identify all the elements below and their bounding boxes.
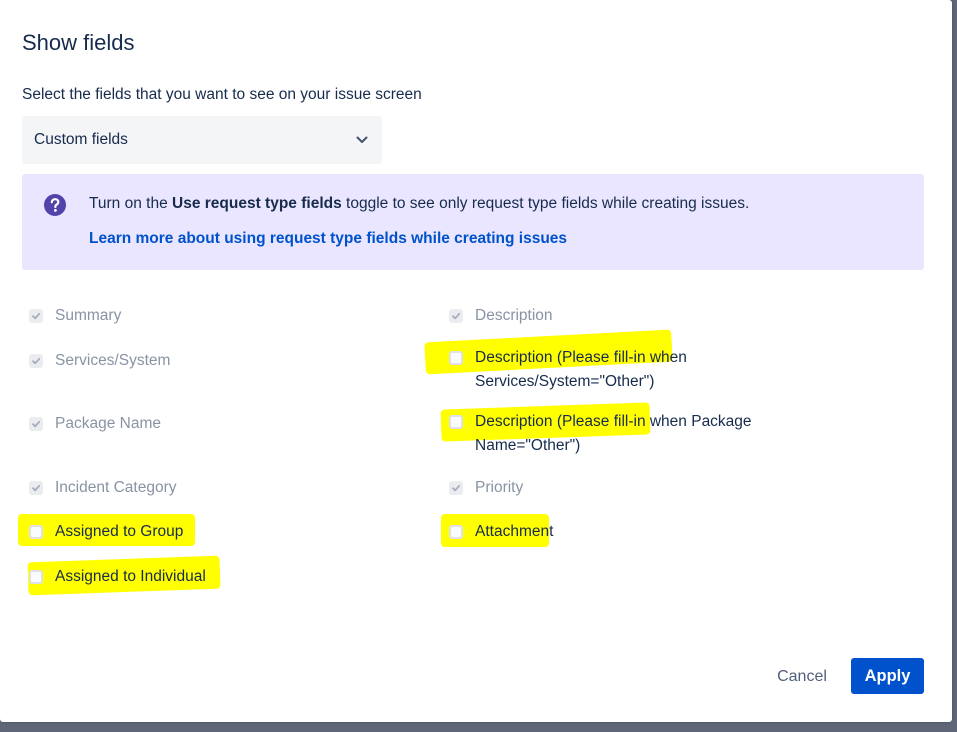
field-label-line2: Name="Other") [475,437,581,454]
info-message: Turn on the Use request type fields togg… [89,195,749,213]
field-package-name: Package Name [29,415,161,436]
field-label: Description (Please fill-in when Services… [475,346,687,394]
field-label: Description [475,307,553,324]
field-description-package-other[interactable]: Description (Please fill-in when Package… [449,413,752,458]
checkbox-assigned-to-group[interactable] [29,525,43,539]
field-label: Attachment [475,523,554,540]
checkbox-checked-icon [29,417,43,431]
field-description: Description [449,307,553,328]
field-label: Services/System [55,352,171,369]
field-label-line1: Description (Please fill-in when Package [475,413,752,430]
info-text-bold: Use request type fields [172,195,342,212]
cancel-button[interactable]: Cancel [762,660,842,694]
checkbox-attachment[interactable] [449,525,463,539]
field-label: Priority [475,479,524,496]
apply-button[interactable]: Apply [851,658,924,694]
field-incident-category: Incident Category [29,479,177,500]
field-type-select-value: Custom fields [34,131,128,148]
checkbox-checked-icon [29,481,43,495]
dialog-title: Show fields [22,30,135,55]
field-type-select[interactable]: Custom fields [22,116,382,164]
field-label: Assigned to Individual [55,568,206,585]
info-text-before: Turn on the [89,195,173,212]
field-label-line1: Description (Please fill-in when [475,349,687,366]
field-label: Package Name [55,415,161,432]
field-services-system: Services/System [29,352,170,373]
checkbox-description-package-other[interactable] [449,415,463,429]
learn-more-link[interactable]: Learn more about using request type fiel… [89,230,567,248]
field-summary: Summary [29,307,121,328]
checkbox-checked-icon [29,354,43,368]
question-circle-icon [43,193,67,217]
field-label-line2: Services/System="Other") [475,373,655,390]
field-label: Summary [55,307,122,324]
field-assigned-to-individual[interactable]: Assigned to Individual [29,568,206,589]
info-banner: Turn on the Use request type fields togg… [22,174,924,270]
checkbox-checked-icon [449,481,463,495]
field-label: Assigned to Group [55,523,184,540]
show-fields-dialog: Show fields Select the fields that you w… [0,0,952,722]
checkbox-assigned-to-individual[interactable] [29,570,43,584]
field-label: Description (Please fill-in when Package… [475,410,752,458]
field-assigned-to-group[interactable]: Assigned to Group [29,523,183,544]
info-text-after: toggle to see only request type fields w… [341,195,750,212]
field-label: Incident Category [55,479,177,496]
dialog-subtitle: Select the fields that you want to see o… [22,86,422,103]
field-priority: Priority [449,479,523,500]
field-description-services-other[interactable]: Description (Please fill-in when Services… [449,349,687,394]
chevron-down-icon [354,132,370,148]
checkbox-checked-icon [449,309,463,323]
checkbox-description-services-other[interactable] [449,351,463,365]
checkbox-checked-icon [29,309,43,323]
field-attachment[interactable]: Attachment [449,523,553,544]
